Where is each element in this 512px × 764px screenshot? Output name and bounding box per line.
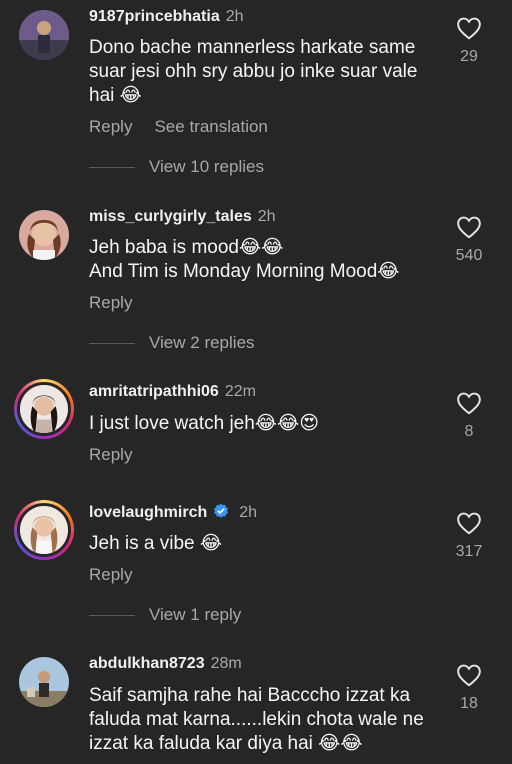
see-translation-button[interactable]: See translation — [154, 117, 267, 136]
like-button[interactable]: 540 — [452, 215, 486, 265]
like-count: 317 — [455, 543, 483, 560]
timestamp: 28m — [210, 655, 242, 672]
view-replies-label: View 1 reply — [149, 605, 242, 624]
like-count: 8 — [464, 423, 474, 440]
timestamp: 2h — [257, 208, 276, 225]
comment-meta: lovelaughmirch 2h — [89, 503, 257, 522]
comment-actions: Reply — [89, 445, 154, 465]
comment-meta: abdulkhan8723 28m — [89, 655, 242, 673]
timestamp: 22m — [224, 383, 256, 400]
divider — [89, 615, 135, 617]
heart-outline-icon — [457, 216, 481, 239]
comment-meta: miss_curlygirly_tales 2h — [89, 208, 276, 226]
view-replies-button[interactable]: View 10 replies — [89, 157, 264, 177]
comment-text: Dono bache mannerless harkate same suar … — [89, 37, 418, 106]
username[interactable]: abdulkhan8723 — [89, 655, 205, 672]
heart-outline-icon — [457, 512, 481, 535]
reply-button[interactable]: Reply — [89, 445, 132, 464]
reply-button[interactable]: Reply — [89, 293, 132, 312]
comment-text: Saif samjha rahe hai Bacccho izzat ka fa… — [89, 685, 424, 754]
reply-button[interactable]: Reply — [89, 565, 132, 584]
heart-outline-icon — [457, 17, 481, 40]
view-replies-button[interactable]: View 1 reply — [89, 605, 241, 625]
comment-actions: Reply — [89, 293, 154, 313]
verified-badge-icon — [214, 503, 229, 518]
username[interactable]: lovelaughmirch — [89, 504, 207, 521]
view-replies-label: View 2 replies — [149, 333, 255, 352]
like-count: 18 — [460, 695, 478, 712]
comment-meta: amritatripathhi06 22m — [89, 383, 256, 401]
avatar-image — [17, 503, 71, 557]
divider — [89, 343, 135, 345]
comment-actions: Reply — [89, 565, 154, 585]
like-count: 540 — [455, 247, 483, 264]
username[interactable]: 9187princebhatia — [89, 8, 220, 25]
timestamp: 2h — [225, 8, 244, 25]
comment-text: I just love watch jeh😂😂😍 — [89, 413, 320, 434]
comment-actions: Reply See translation — [89, 117, 290, 137]
view-replies-label: View 10 replies — [149, 157, 264, 176]
username[interactable]: miss_curlygirly_tales — [89, 208, 252, 225]
comment-text: Jeh is a vibe 😂 — [89, 533, 223, 554]
like-button[interactable]: 317 — [452, 511, 486, 561]
avatar[interactable] — [14, 500, 74, 560]
comment-text-line: And Tim is Monday Morning Mood😂 — [89, 261, 400, 282]
reply-button[interactable]: Reply — [89, 117, 132, 136]
like-count: 29 — [460, 48, 478, 65]
like-button[interactable]: 29 — [452, 16, 486, 66]
avatar-image — [17, 382, 71, 436]
like-button[interactable]: 18 — [452, 663, 486, 713]
comment-text: Jeh baba is mood😂😂 And Tim is Monday Mor… — [89, 236, 439, 284]
avatar[interactable] — [19, 10, 69, 60]
comment-meta: 9187princebhatia 2h — [89, 8, 244, 26]
like-button[interactable]: 8 — [452, 391, 486, 441]
view-replies-button[interactable]: View 2 replies — [89, 333, 255, 353]
divider — [89, 167, 135, 169]
timestamp: 2h — [239, 504, 258, 521]
heart-outline-icon — [457, 392, 481, 415]
username[interactable]: amritatripathhi06 — [89, 383, 219, 400]
avatar[interactable] — [19, 657, 69, 707]
avatar[interactable] — [14, 379, 74, 439]
avatar[interactable] — [19, 210, 69, 260]
heart-outline-icon — [457, 664, 481, 687]
comment-text-line: Jeh baba is mood😂😂 — [89, 237, 284, 258]
